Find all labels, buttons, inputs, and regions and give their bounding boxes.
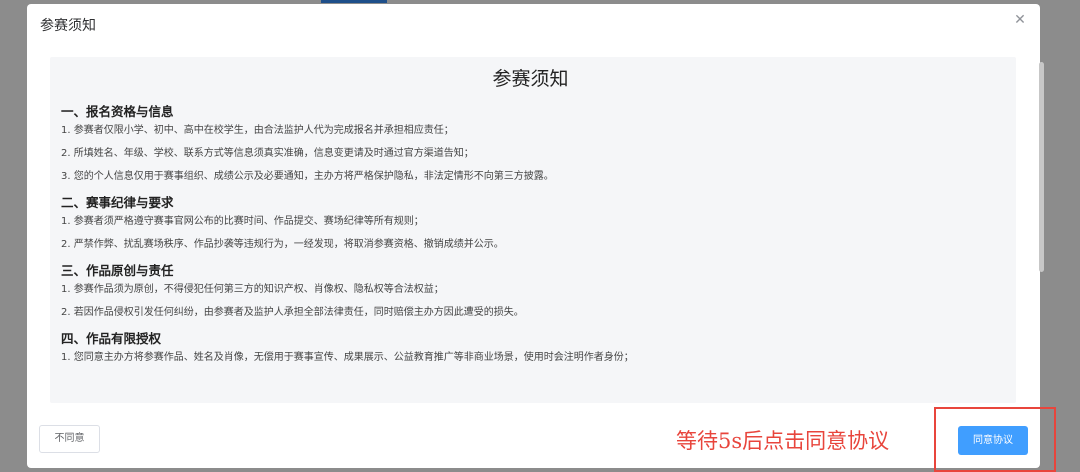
close-icon[interactable]: ✕ xyxy=(1012,12,1028,28)
document-title: 参赛须知 xyxy=(492,68,569,90)
agreement-dialog: 参赛须知 ✕ 参赛须知 一、报名资格与信息 1. 参赛者仅限小学、初中、高中在校… xyxy=(27,4,1044,468)
list-item: 2. 若因作品侵权引发任何纠纷，由参赛者及监护人承担全部法律责任，同时赔偿主办方… xyxy=(61,307,524,318)
disagree-button[interactable]: 不同意 xyxy=(39,425,100,453)
section-heading: 二、赛事纪律与要求 xyxy=(61,195,174,210)
section-discipline: 二、赛事纪律与要求 1. 参赛者须严格遵守赛事官网公布的比赛时间、作品提交、赛场… xyxy=(61,194,1000,251)
wait-hint-annotation: 等待5s后点击同意协议 xyxy=(676,429,890,453)
list-item: 2. 所填姓名、年级、学校、联系方式等信息须真实准确，信息变更请及时通过官方渠道… xyxy=(61,148,474,159)
list-item: 1. 您同意主办方将参赛作品、姓名及肖像，无偿用于赛事宣传、成果展示、公益教育推… xyxy=(61,352,634,363)
section-registration: 一、报名资格与信息 1. 参赛者仅限小学、初中、高中在校学生，由合法监护人代为完… xyxy=(61,103,1000,183)
agree-button[interactable]: 同意协议 xyxy=(958,426,1028,455)
list-item: 3. 您的个人信息仅用于赛事组织、成绩公示及必要通知，主办方将严格保护隐私，非法… xyxy=(61,171,554,182)
dialog-title: 参赛须知 xyxy=(40,18,96,34)
list-item: 1. 参赛者须严格遵守赛事官网公布的比赛时间、作品提交、赛场纪律等所有规则； xyxy=(61,216,424,227)
section-license: 四、作品有限授权 1. 您同意主办方将参赛作品、姓名及肖像，无偿用于赛事宣传、成… xyxy=(61,330,1000,364)
list-item: 1. 参赛者仅限小学、初中、高中在校学生，由合法监护人代为完成报名并承担相应责任… xyxy=(61,125,454,136)
list-item: 1. 参赛作品须为原创，不得侵犯任何第三方的知识产权、肖像权、隐私权等合法权益； xyxy=(61,284,444,295)
list-item: 2. 严禁作弊、扰乱赛场秩序、作品抄袭等违规行为，一经发现，将取消参赛资格、撤销… xyxy=(61,239,504,250)
background-active-tab xyxy=(321,0,387,3)
section-heading: 四、作品有限授权 xyxy=(61,331,162,346)
agreement-content[interactable]: 参赛须知 一、报名资格与信息 1. 参赛者仅限小学、初中、高中在校学生，由合法监… xyxy=(50,57,1016,403)
section-originality: 三、作品原创与责任 1. 参赛作品须为原创，不得侵犯任何第三方的知识产权、肖像权… xyxy=(61,262,1000,319)
content-scrollbar[interactable] xyxy=(1039,62,1044,272)
section-heading: 一、报名资格与信息 xyxy=(61,104,174,119)
section-heading: 三、作品原创与责任 xyxy=(61,263,174,278)
